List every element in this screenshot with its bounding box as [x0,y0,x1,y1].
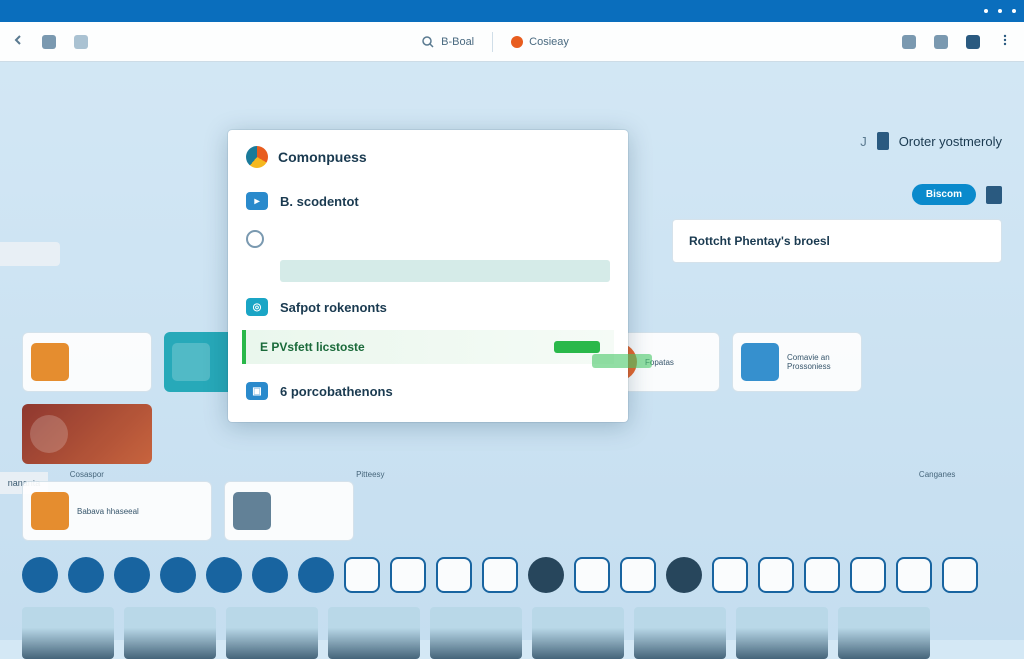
square-icon[interactable] [574,557,610,593]
thumbnail[interactable] [634,607,726,659]
square-icon[interactable] [804,557,840,593]
round-icon[interactable] [298,557,334,593]
thumbnail[interactable] [430,607,522,659]
suggestions-popup: Comonpuess ▸ B. scodentot ◎ Safpot roken… [228,130,628,422]
popup-item[interactable]: ◎ Safpot rokenonts [228,288,628,326]
app-tile[interactable] [22,404,152,464]
titlebar [0,0,1024,22]
item-label: B. scodentot [280,194,359,209]
square-icon[interactable] [850,557,886,593]
app-tile[interactable] [22,332,152,392]
bookmark-icon[interactable] [966,35,980,49]
round-icon[interactable] [206,557,242,593]
round-icon[interactable] [22,557,58,593]
thumbnail[interactable] [838,607,930,659]
square-icon[interactable] [758,557,794,593]
content-area: nananta J Oroter yostmeroly Biscom Rottc… [0,62,1024,640]
popup-input[interactable] [280,260,610,282]
highlight-label: E PVsfett licstoste [260,340,365,354]
app-tile[interactable] [224,481,354,541]
item-badge-icon: ▸ [246,192,268,210]
context-button[interactable]: Cosieay [511,36,569,48]
popup-logo-icon [246,146,268,168]
menu-icon[interactable] [998,33,1012,50]
app-icon[interactable] [74,35,88,49]
square-icon[interactable] [390,557,426,593]
round-icon[interactable] [114,557,150,593]
quick-icons [22,557,1002,593]
square-icon[interactable] [482,557,518,593]
item-label: Safpot rokenonts [280,300,387,315]
thumbnail[interactable] [328,607,420,659]
square-icon[interactable] [942,557,978,593]
app-tile[interactable]: Babava hhaseeal [22,481,212,541]
thumbnail[interactable] [736,607,828,659]
square-icon[interactable] [712,557,748,593]
context-label: Cosieay [529,36,569,48]
popup-item[interactable]: ▸ B. scodentot [228,182,628,220]
item-badge-icon [246,230,264,248]
search-button[interactable]: B-Boal [421,35,474,49]
search-icon [421,35,435,49]
thumbnail[interactable] [22,607,114,659]
status-chip [554,341,600,353]
app-icon[interactable] [42,35,56,49]
thumbnail[interactable] [226,607,318,659]
toolbar: B-Boal Cosieay [0,22,1024,62]
tool-icon[interactable] [902,35,916,49]
square-icon[interactable] [436,557,472,593]
round-icon[interactable] [528,557,564,593]
square-icon[interactable] [344,557,380,593]
popup-item[interactable] [228,220,628,258]
status-chip [592,354,652,368]
alert-icon [511,36,523,48]
square-icon[interactable] [896,557,932,593]
round-icon[interactable] [252,557,288,593]
popup-title: Comonpuess [278,149,367,165]
thumbnail[interactable] [532,607,624,659]
round-icon[interactable] [666,557,702,593]
thumbnail-row [22,607,1002,659]
app-tile[interactable]: Comavie an Prossoniess [732,332,862,392]
square-icon[interactable] [620,557,656,593]
popup-item[interactable]: ▣ 6 porcobathenons [228,372,628,410]
item-label: 6 porcobathenons [280,384,393,399]
popup-highlight-item[interactable]: E PVsfett licstoste [242,330,614,364]
item-badge-icon: ◎ [246,298,268,316]
round-icon[interactable] [160,557,196,593]
back-arrow-icon[interactable] [12,34,24,49]
round-icon[interactable] [68,557,104,593]
thumbnail[interactable] [124,607,216,659]
item-badge-icon: ▣ [246,382,268,400]
search-label: B-Boal [441,36,474,48]
tool-icon[interactable] [934,35,948,49]
